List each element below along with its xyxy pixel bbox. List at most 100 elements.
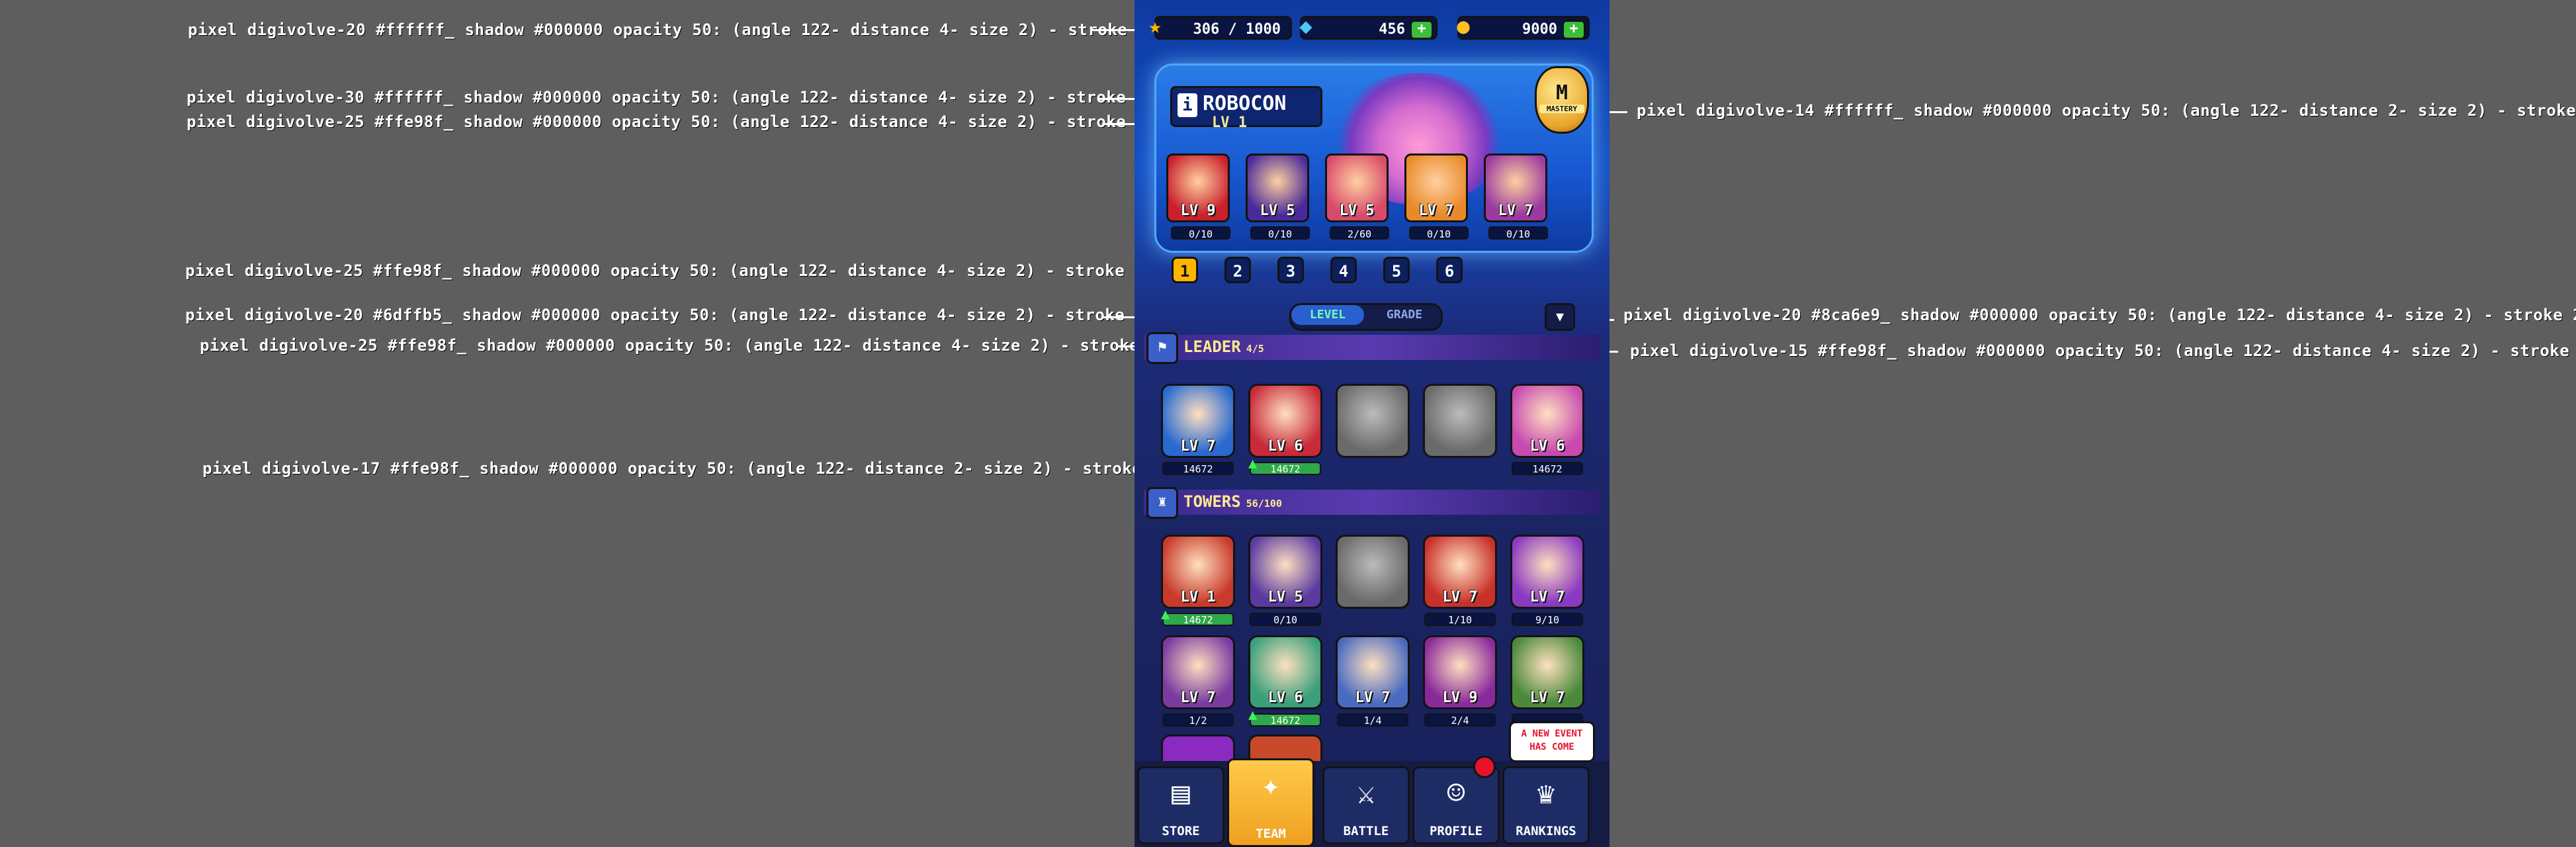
party-character-card[interactable]: LV 7 (1404, 154, 1468, 222)
party-row: LV 9 0/10 LV 5 0/10 LV 5 2/60 LV 7 0/10 LV 7 0/10 (1166, 154, 1576, 246)
party-character-card[interactable]: LV 7 (1484, 154, 1547, 222)
tower-card[interactable]: LV 7 9/10 (1510, 535, 1584, 626)
towers-section-header: ♜ TOWERS 56/100 (1144, 487, 1600, 519)
tower-portrait[interactable]: LV 7 (1423, 535, 1497, 609)
annotation-1-line (1092, 29, 1138, 31)
sort-toggle[interactable]: LEVEL GRADE (1289, 303, 1443, 331)
tower-level: LV 9 (1442, 690, 1478, 706)
sort-grade-tab[interactable]: GRADE (1368, 305, 1441, 325)
tower-portrait[interactable]: LV 6 (1248, 635, 1322, 709)
add-coins-button[interactable]: + (1563, 21, 1585, 39)
page-tab-2[interactable]: 2 (1224, 257, 1251, 283)
tower-progress: ▲ 14672 (1161, 607, 1234, 626)
page-tab-5[interactable]: 5 (1383, 257, 1410, 283)
tower-card[interactable]: LV 6 ▲ 14672 (1248, 635, 1322, 727)
tower-card[interactable]: LV 7 (1510, 635, 1584, 727)
leader-portrait[interactable] (1423, 384, 1497, 458)
nav-store[interactable]: ▤ STORE (1137, 766, 1224, 844)
leader-card[interactable] (1336, 384, 1410, 458)
nav-team[interactable]: ✦ TEAM (1227, 758, 1314, 847)
mastery-badge[interactable]: M MASTERY (1535, 66, 1589, 134)
event-bubble-line1: A NEW EVENT (1521, 729, 1583, 739)
party-slot[interactable]: LV 9 0/10 (1166, 154, 1235, 240)
nav-battle[interactable]: ⚔ BATTLE (1322, 766, 1410, 844)
tower-card[interactable] (1336, 535, 1410, 609)
leader-count: 4/5 (1246, 343, 1264, 355)
tower-progress: 1/4 (1337, 713, 1408, 727)
leader-card[interactable] (1423, 384, 1497, 458)
leader-level: LV 6 (1267, 438, 1303, 455)
party-slot[interactable]: LV 5 0/10 (1246, 154, 1314, 240)
gem-icon: ◆ (1299, 13, 1312, 38)
tower-level: LV 7 (1355, 690, 1391, 706)
tower-portrait[interactable] (1336, 535, 1410, 609)
profile-notification-dot (1473, 756, 1496, 778)
tower-portrait[interactable]: LV 9 (1423, 635, 1497, 709)
nav-label: RANKINGS (1516, 824, 1576, 838)
tower-card[interactable]: LV 1 ▲ 14672 (1161, 535, 1235, 626)
resource-bar: 306 / 1000 ★ 456 + ◆ 9000 + ● (1135, 12, 1610, 46)
tower-level: LV 7 (1529, 589, 1565, 605)
tower-card[interactable]: LV 9 2/4 (1423, 635, 1497, 727)
party-character-card[interactable]: LV 5 (1246, 154, 1309, 222)
tower-card[interactable]: LV 7 1/2 (1161, 635, 1235, 727)
hero-name-plate: i ROBOCON LV 1 (1170, 86, 1322, 131)
profile-icon: ☺ (1447, 775, 1465, 811)
team-page-tabs: 123456 (1172, 257, 1575, 286)
filter-icon[interactable]: ▼ (1545, 303, 1575, 331)
nav-rankings[interactable]: ♛ RANKINGS (1502, 766, 1590, 844)
leader-portrait[interactable]: LV 7 (1161, 384, 1235, 458)
leader-portrait[interactable]: LV 6 (1248, 384, 1322, 458)
event-bubble[interactable]: A NEW EVENT HAS COME (1509, 721, 1595, 762)
annotation-10: pixel digivolve-17 #ffe98f_ shadow #0000… (202, 459, 1241, 478)
tower-portrait[interactable]: LV 7 (1161, 635, 1235, 709)
tower-level: LV 7 (1442, 589, 1478, 605)
leader-portrait[interactable] (1336, 384, 1410, 458)
party-level: LV 9 (1180, 202, 1216, 219)
leader-portrait[interactable]: LV 6 (1510, 384, 1584, 458)
tower-portrait[interactable]: LV 7 (1336, 635, 1410, 709)
tower-portrait[interactable]: LV 1 (1161, 535, 1235, 609)
leader-progress: 14672 (1512, 462, 1583, 475)
upgrade-arrow-icon: ▲ (1248, 455, 1258, 472)
leader-card[interactable]: LV 6 ▲ 14672 (1248, 384, 1322, 475)
page-tab-6[interactable]: 6 (1436, 257, 1463, 283)
store-icon: ▤ (1172, 775, 1190, 811)
annotation-1: pixel digivolve-20 #ffffff_ shadow #0000… (188, 21, 1226, 39)
party-level: LV 7 (1498, 202, 1533, 219)
leader-section-header: ⚑ LEADER 4/5 (1144, 332, 1600, 364)
tower-card[interactable]: LV 5 0/10 (1248, 535, 1322, 626)
tower-portrait[interactable]: LV 7 (1510, 535, 1584, 609)
coins-value: 9000 (1522, 21, 1557, 38)
party-progress: 0/10 (1171, 226, 1230, 240)
tower-level: LV 6 (1267, 690, 1303, 706)
annotation-6: pixel digivolve-20 #6dffb5_ shadow #0000… (185, 306, 1224, 324)
gems-value: 456 (1379, 21, 1405, 38)
party-slot[interactable]: LV 7 0/10 (1404, 154, 1473, 240)
party-progress: 0/10 (1409, 226, 1469, 240)
party-character-card[interactable]: LV 9 (1166, 154, 1230, 222)
leader-title: LEADER 4/5 (1183, 337, 1264, 356)
leader-icon: ⚑ (1146, 332, 1178, 364)
leader-card[interactable]: LV 7 14672 (1161, 384, 1235, 475)
page-tab-4[interactable]: 4 (1330, 257, 1357, 283)
towers-count: 56/100 (1246, 498, 1282, 510)
page-tab-3[interactable]: 3 (1277, 257, 1304, 283)
tower-portrait[interactable]: LV 5 (1248, 535, 1322, 609)
tower-portrait[interactable]: LV 7 (1510, 635, 1584, 709)
party-slot[interactable]: LV 7 0/10 (1484, 154, 1553, 240)
tower-card[interactable]: LV 7 1/10 (1423, 535, 1497, 626)
tower-level: LV 1 (1180, 589, 1216, 605)
nav-label: TEAM (1256, 826, 1286, 841)
event-bubble-line2: HAS COME (1529, 742, 1574, 752)
page-tab-1[interactable]: 1 (1172, 257, 1198, 283)
party-slot[interactable]: LV 5 2/60 (1325, 154, 1394, 240)
coin-icon: ● (1457, 13, 1470, 38)
sort-level-tab[interactable]: LEVEL (1291, 305, 1364, 325)
leader-card[interactable]: LV 6 14672 (1510, 384, 1584, 475)
tower-card[interactable]: LV 7 1/4 (1336, 635, 1410, 727)
info-icon[interactable]: i (1178, 93, 1197, 117)
add-gems-button[interactable]: + (1410, 21, 1433, 39)
party-character-card[interactable]: LV 5 (1325, 154, 1389, 222)
towers-icon: ♜ (1146, 487, 1178, 519)
